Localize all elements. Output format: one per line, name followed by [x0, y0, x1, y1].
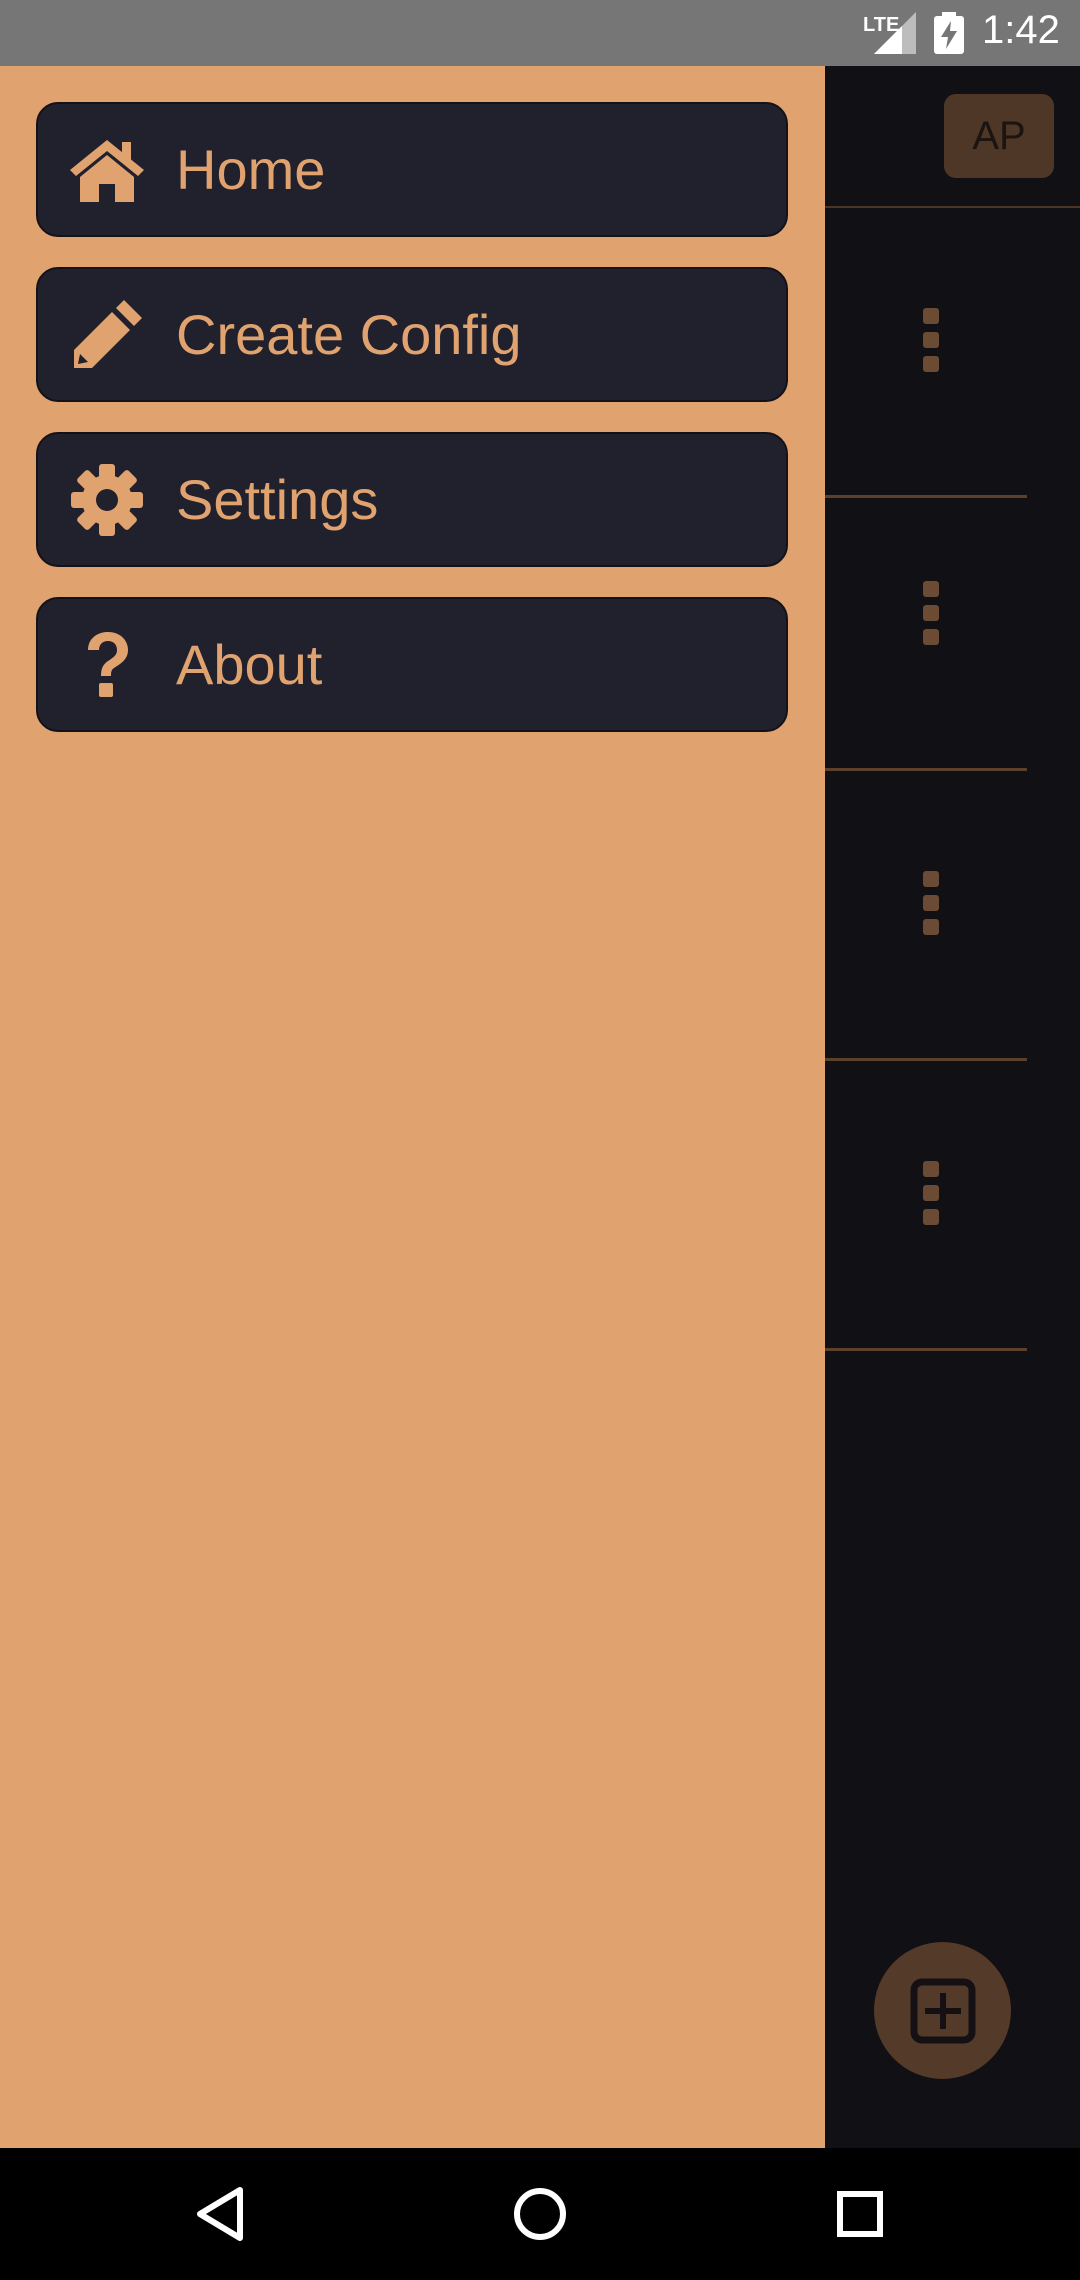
clock: 1:42: [982, 8, 1060, 52]
avatar-button[interactable]: AP: [944, 94, 1054, 178]
more-options-icon[interactable]: [923, 308, 943, 378]
drawer-item-label: About: [176, 633, 323, 696]
drawer-item-label: Settings: [176, 468, 379, 531]
add-config-fab[interactable]: [874, 1942, 1011, 2079]
list-item[interactable]: [825, 481, 1027, 771]
gear-icon: [68, 461, 146, 539]
navigation-drawer: Home Create Config Settings About: [0, 66, 825, 2148]
list-item[interactable]: [825, 771, 1027, 1061]
drawer-item-home[interactable]: Home: [36, 102, 788, 237]
drawer-item-label: Home: [176, 138, 326, 201]
question-icon: [68, 626, 146, 704]
home-circle-icon[interactable]: [504, 2178, 576, 2250]
battery-charging-icon: [934, 12, 964, 54]
system-nav-bar: [0, 2148, 1080, 2280]
more-options-icon[interactable]: [923, 871, 943, 941]
add-square-icon: [910, 1978, 975, 2043]
drawer-item-label: Create Config: [176, 303, 522, 366]
row-divider: [825, 1348, 1027, 1351]
list-item[interactable]: [825, 1061, 1027, 1351]
drawer-item-about[interactable]: About: [36, 597, 788, 732]
list-item[interactable]: [825, 208, 1027, 498]
back-icon[interactable]: [184, 2178, 256, 2250]
drawer-item-settings[interactable]: Settings: [36, 432, 788, 567]
home-icon: [68, 131, 146, 209]
status-bar: LTE 1:42: [0, 0, 1080, 66]
pencil-icon: [68, 296, 146, 374]
more-options-icon[interactable]: [923, 1161, 943, 1231]
drawer-item-create-config[interactable]: Create Config: [36, 267, 788, 402]
recents-icon[interactable]: [824, 2178, 896, 2250]
more-options-icon[interactable]: [923, 581, 943, 651]
signal-icon: [874, 12, 916, 54]
